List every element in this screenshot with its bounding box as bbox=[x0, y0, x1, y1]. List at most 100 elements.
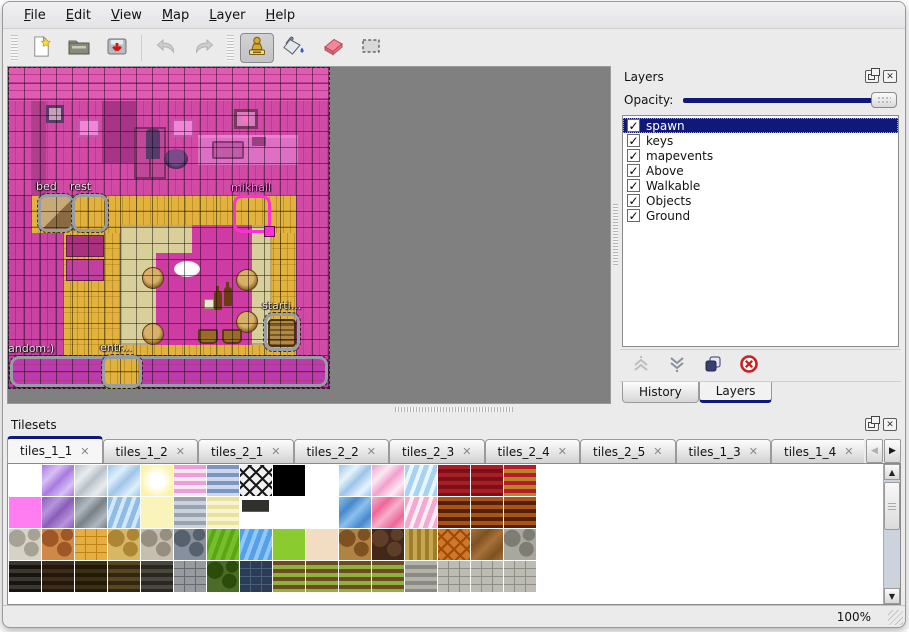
palette-tile[interactable] bbox=[42, 529, 74, 560]
palette-tile[interactable] bbox=[42, 497, 74, 528]
layer-row-Objects[interactable]: ✓Objects bbox=[623, 193, 898, 208]
palette-tile[interactable] bbox=[438, 529, 470, 560]
opacity-slider-handle[interactable] bbox=[871, 92, 897, 108]
palette-tile[interactable] bbox=[141, 497, 173, 528]
eraser-button[interactable] bbox=[316, 33, 350, 63]
scroll-down-icon[interactable]: ▼ bbox=[884, 588, 900, 604]
save-button[interactable] bbox=[100, 33, 134, 63]
tab-scroll-left-icon[interactable]: ◀ bbox=[866, 439, 883, 463]
scroll-up-icon[interactable]: ▲ bbox=[884, 464, 900, 480]
tileset-tab-tiles_2_2[interactable]: tiles_2_2✕ bbox=[294, 439, 390, 463]
menu-map[interactable]: Map bbox=[153, 5, 198, 26]
tab-close-icon[interactable]: ✕ bbox=[653, 445, 662, 458]
float-icon[interactable] bbox=[865, 418, 879, 431]
toolbar-handle[interactable] bbox=[11, 35, 18, 61]
tile-palette[interactable] bbox=[8, 464, 883, 604]
layer-row-spawn[interactable]: ✓spawn bbox=[623, 118, 898, 133]
lower-layer-button[interactable] bbox=[666, 355, 688, 377]
duplicate-layer-button[interactable] bbox=[702, 355, 724, 377]
palette-tile[interactable] bbox=[207, 529, 239, 560]
palette-tile[interactable] bbox=[405, 561, 437, 592]
map-object-bed[interactable] bbox=[38, 194, 74, 232]
palette-tile[interactable] bbox=[372, 465, 404, 496]
tileset-tab-tiles_2_1[interactable]: tiles_2_1✕ bbox=[198, 439, 294, 463]
palette-tile[interactable] bbox=[405, 529, 437, 560]
open-button[interactable] bbox=[62, 33, 96, 63]
layer-visibility-checkbox[interactable]: ✓ bbox=[627, 164, 640, 177]
resize-grip-icon[interactable] bbox=[888, 610, 903, 625]
tab-scroll-right-icon[interactable]: ▶ bbox=[884, 439, 901, 463]
layer-visibility-checkbox[interactable]: ✓ bbox=[627, 119, 640, 132]
tileset-tab-tiles_1_3[interactable]: tiles_1_3✕ bbox=[676, 439, 772, 463]
palette-tile[interactable] bbox=[141, 529, 173, 560]
palette-tile[interactable] bbox=[504, 465, 536, 496]
layer-row-mapevents[interactable]: ✓mapevents bbox=[623, 148, 898, 163]
palette-tile[interactable] bbox=[438, 465, 470, 496]
tab-close-icon[interactable]: ✕ bbox=[844, 445, 853, 458]
tab-close-icon[interactable]: ✕ bbox=[749, 445, 758, 458]
map-object-spawn-area[interactable] bbox=[10, 356, 328, 387]
dock-tab-history[interactable]: History bbox=[622, 382, 699, 403]
dock-tab-layers[interactable]: Layers bbox=[699, 382, 773, 403]
scrollbar-track[interactable] bbox=[884, 530, 900, 588]
palette-tile[interactable] bbox=[306, 529, 338, 560]
palette-tile[interactable] bbox=[372, 529, 404, 560]
palette-tile[interactable] bbox=[273, 497, 305, 528]
palette-tile[interactable] bbox=[108, 561, 140, 592]
tab-close-icon[interactable]: ✕ bbox=[176, 445, 185, 458]
tileset-tab-tiles_1_1[interactable]: tiles_1_1✕ bbox=[7, 436, 103, 463]
tileset-tab-tiles_1_2[interactable]: tiles_1_2✕ bbox=[103, 439, 199, 463]
palette-tile[interactable] bbox=[174, 497, 206, 528]
map-view[interactable]: andom:)entr...bedrestmikhailstarti... bbox=[7, 66, 611, 404]
layer-visibility-checkbox[interactable]: ✓ bbox=[627, 134, 640, 147]
scrollbar-thumb[interactable] bbox=[884, 482, 900, 530]
palette-tile[interactable] bbox=[504, 497, 536, 528]
horizontal-splitter[interactable] bbox=[3, 404, 905, 414]
palette-tile[interactable] bbox=[240, 465, 272, 496]
palette-tile[interactable] bbox=[75, 561, 107, 592]
palette-tile[interactable] bbox=[108, 529, 140, 560]
palette-tile[interactable] bbox=[174, 465, 206, 496]
palette-tile[interactable] bbox=[339, 529, 371, 560]
palette-tile[interactable] bbox=[471, 465, 503, 496]
menu-edit[interactable]: Edit bbox=[57, 5, 100, 26]
layer-row-Above[interactable]: ✓Above bbox=[623, 163, 898, 178]
palette-tile[interactable] bbox=[9, 497, 41, 528]
palette-tile[interactable] bbox=[207, 561, 239, 592]
delete-layer-button[interactable] bbox=[738, 355, 760, 377]
palette-tile[interactable] bbox=[471, 497, 503, 528]
tab-close-icon[interactable]: ✕ bbox=[271, 445, 280, 458]
palette-tile[interactable] bbox=[438, 497, 470, 528]
map-object-start[interactable] bbox=[264, 313, 300, 351]
rect-select-button[interactable] bbox=[354, 33, 388, 63]
palette-tile[interactable] bbox=[75, 497, 107, 528]
palette-tile[interactable] bbox=[438, 561, 470, 592]
palette-tile[interactable] bbox=[372, 561, 404, 592]
layer-visibility-checkbox[interactable]: ✓ bbox=[627, 149, 640, 162]
bucket-fill-button[interactable] bbox=[278, 33, 312, 63]
palette-tile[interactable] bbox=[9, 561, 41, 592]
palette-tile[interactable] bbox=[174, 529, 206, 560]
map-object-entrance[interactable] bbox=[102, 355, 142, 388]
vertical-splitter[interactable] bbox=[611, 66, 620, 404]
redo-button[interactable] bbox=[187, 33, 221, 63]
palette-tile[interactable] bbox=[9, 465, 41, 496]
opacity-slider[interactable] bbox=[681, 91, 897, 109]
layer-visibility-checkbox[interactable]: ✓ bbox=[627, 194, 640, 207]
menu-view[interactable]: View bbox=[102, 5, 151, 26]
palette-tile[interactable] bbox=[9, 529, 41, 560]
tileset-tab-tiles_2_3[interactable]: tiles_2_3✕ bbox=[389, 439, 485, 463]
palette-tile[interactable] bbox=[339, 497, 371, 528]
tab-close-icon[interactable]: ✕ bbox=[80, 445, 89, 458]
palette-tile[interactable] bbox=[471, 561, 503, 592]
stamp-brush-button[interactable] bbox=[240, 33, 274, 63]
palette-tile[interactable] bbox=[240, 529, 272, 560]
palette-tile[interactable] bbox=[42, 561, 74, 592]
menu-file[interactable]: File bbox=[15, 5, 55, 26]
palette-tile[interactable] bbox=[471, 529, 503, 560]
palette-tile[interactable] bbox=[141, 561, 173, 592]
palette-tile[interactable] bbox=[405, 465, 437, 496]
tab-close-icon[interactable]: ✕ bbox=[558, 445, 567, 458]
new-button[interactable] bbox=[24, 33, 58, 63]
palette-tile[interactable] bbox=[306, 561, 338, 592]
